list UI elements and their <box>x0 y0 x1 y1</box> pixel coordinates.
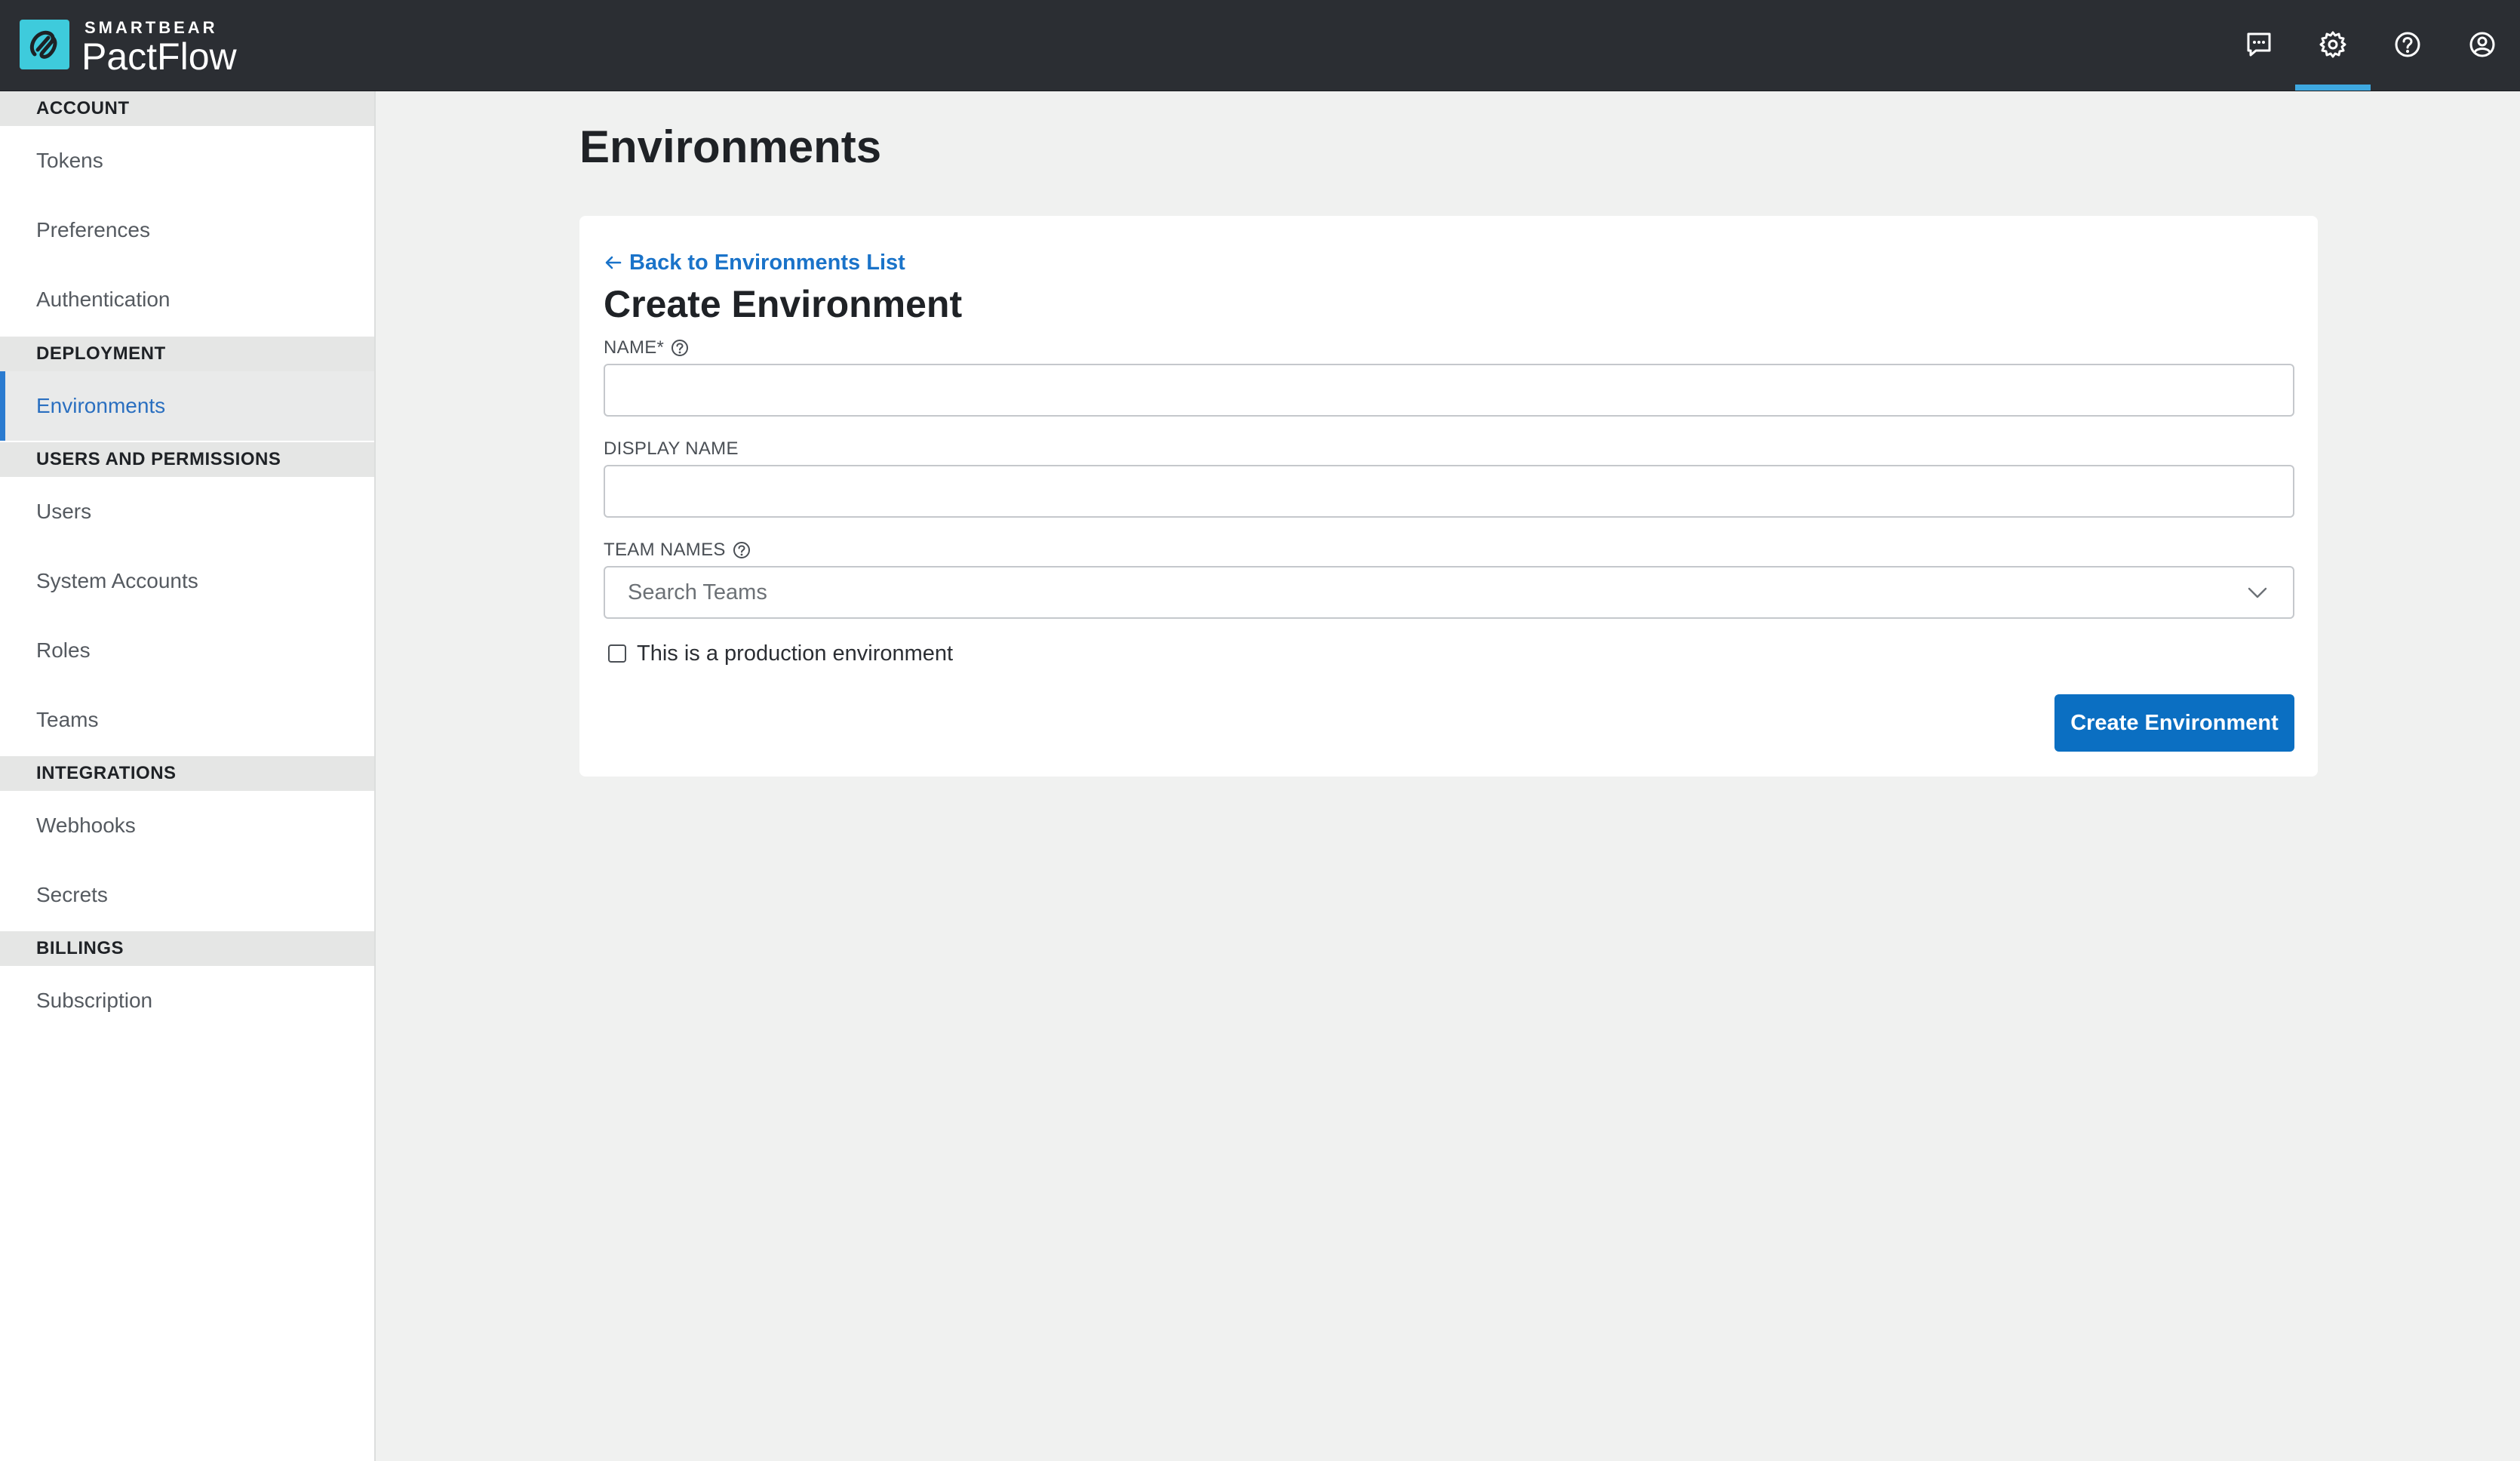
sidebar-item-webhooks[interactable]: Webhooks <box>0 791 374 860</box>
sidebar-section-deployment: DEPLOYMENT <box>0 337 374 371</box>
back-link-label: Back to Environments List <box>629 250 905 275</box>
help-circle-icon[interactable] <box>2390 27 2425 62</box>
name-help-icon[interactable] <box>670 338 690 358</box>
sidebar-item-teams[interactable]: Teams <box>0 685 374 755</box>
sidebar-item-preferences[interactable]: Preferences <box>0 195 374 265</box>
sidebar-item-system-accounts[interactable]: System Accounts <box>0 546 374 616</box>
create-environment-card: Back to Environments List Create Environ… <box>579 216 2318 777</box>
name-input[interactable] <box>604 364 2294 417</box>
team-names-select[interactable]: Search Teams <box>604 566 2294 619</box>
team-names-placeholder: Search Teams <box>628 580 767 604</box>
sidebar-section-billings: BILLINGS <box>0 931 374 966</box>
name-field-label: NAME* <box>604 337 690 359</box>
team-names-label-text: TEAM NAMES <box>604 540 726 560</box>
sidebar-section-account: ACCOUNT <box>0 91 374 126</box>
create-environment-button[interactable]: Create Environment <box>2054 694 2294 752</box>
sidebar-item-authentication[interactable]: Authentication <box>0 265 374 334</box>
team-names-help-icon[interactable] <box>732 540 751 560</box>
sidebar-item-secrets[interactable]: Secrets <box>0 860 374 930</box>
production-checkbox-label: This is a production environment <box>637 641 954 666</box>
sidebar-item-subscription[interactable]: Subscription <box>0 966 374 1035</box>
name-label-text: NAME* <box>604 337 665 358</box>
chevron-down-icon <box>2245 580 2270 605</box>
chat-icon[interactable] <box>2242 27 2276 62</box>
sidebar-section-integrations: INTEGRATIONS <box>0 756 374 791</box>
display-name-field-label: DISPLAY NAME <box>604 438 739 459</box>
display-name-input[interactable] <box>604 465 2294 518</box>
user-account-icon[interactable] <box>2465 27 2500 62</box>
settings-sidebar: ACCOUNT Tokens Preferences Authenticatio… <box>0 91 376 1461</box>
pactflow-logo-icon[interactable] <box>20 20 69 69</box>
brand-product-name[interactable]: PactFlow <box>81 35 237 78</box>
form-title: Create Environment <box>604 283 963 325</box>
gear-icon[interactable] <box>2316 27 2350 62</box>
sidebar-section-users-and-permissions: USERS AND PERMISSIONS <box>0 442 374 477</box>
back-to-environments-link[interactable]: Back to Environments List <box>604 248 905 278</box>
sidebar-item-tokens[interactable]: Tokens <box>0 126 374 195</box>
production-checkbox-row[interactable]: This is a production environment <box>608 638 953 669</box>
sidebar-item-roles[interactable]: Roles <box>0 616 374 685</box>
top-navigation-bar: SMARTBEAR PactFlow <box>0 0 2520 91</box>
active-tab-indicator <box>2295 85 2371 91</box>
sidebar-item-environments[interactable]: Environments <box>0 371 374 441</box>
sidebar-item-users[interactable]: Users <box>0 477 374 546</box>
page-title: Environments <box>579 121 882 172</box>
team-names-field-label: TEAM NAMES <box>604 539 751 561</box>
production-checkbox[interactable] <box>608 644 626 663</box>
arrow-left-icon <box>604 253 623 272</box>
